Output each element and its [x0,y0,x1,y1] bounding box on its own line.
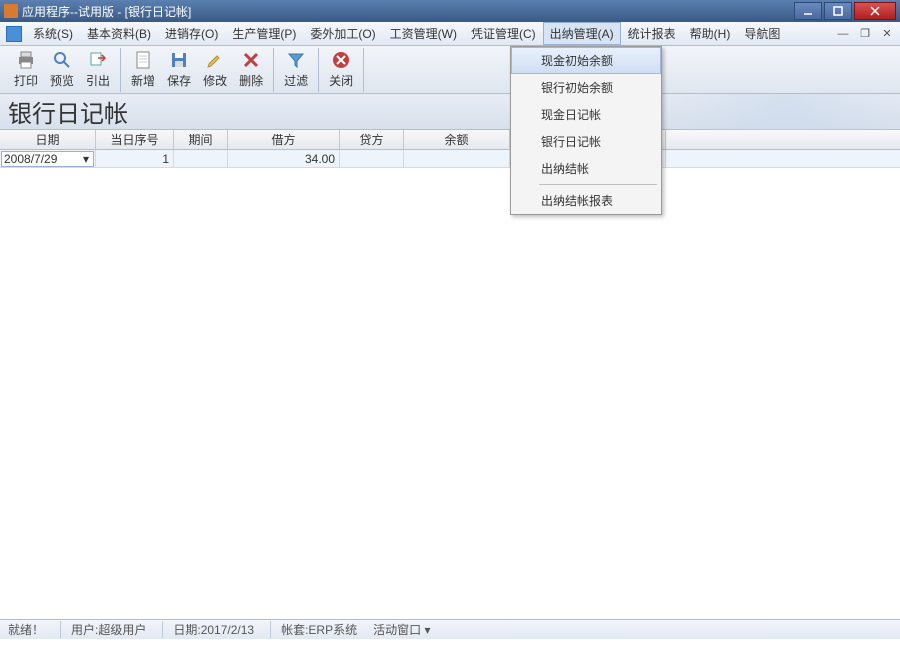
menu-item-4[interactable]: 委外加工(O) [303,22,382,45]
menu-item-6[interactable]: 凭证管理(C) [464,22,543,45]
export-button[interactable]: 引出 [80,48,116,91]
col-credit[interactable]: 贷方 [340,130,404,149]
new-icon [133,50,153,70]
dropdown-separator [539,184,657,185]
mdi-close-icon[interactable]: ✕ [879,27,895,41]
title-bar: 应用程序--试用版 - [银行日记帐] [0,0,900,22]
dropdown-item-3[interactable]: 银行日记帐 [511,128,661,155]
menu-item-3[interactable]: 生产管理(P) [225,22,303,45]
app-icon [4,4,18,18]
modify-icon [205,50,225,70]
cell-date[interactable]: 2008/7/29 ▾ [0,150,96,167]
delete-button[interactable]: 删除 [233,48,269,91]
save-label: 保存 [167,72,191,89]
date-dropdown-icon[interactable]: ▾ [81,152,91,166]
close-button[interactable] [854,2,896,20]
menu-item-2[interactable]: 进销存(O) [158,22,225,45]
menu-item-5[interactable]: 工资管理(W) [383,22,464,45]
filter-label: 过滤 [284,72,308,89]
print-icon [16,50,36,70]
modify-label: 修改 [203,72,227,89]
status-set: 帐套:ERP系统 [270,621,371,638]
cell-debit[interactable]: 34.00 [228,150,340,167]
table-row[interactable]: 2008/7/29 ▾ 1 34.00 超级 [0,150,900,168]
col-period[interactable]: 期间 [174,130,228,149]
col-debit[interactable]: 借方 [228,130,340,149]
dropdown-item-2[interactable]: 现金日记帐 [511,101,661,128]
page-header: 银行日记帐 [0,94,900,130]
status-bar: 就绪！ 用户:超级用户 日期:2017/2/13 帐套:ERP系统 活动窗口 ▾ [0,619,900,639]
menu-item-9[interactable]: 帮助(H) [683,22,738,45]
close-icon [331,50,351,70]
grid-body-empty [0,168,900,619]
close-label: 关闭 [329,72,353,89]
menu-item-0[interactable]: 系统(S) [26,22,80,45]
col-seq[interactable]: 当日序号 [96,130,174,149]
preview-button[interactable]: 预览 [44,48,80,91]
minimize-button[interactable] [794,2,822,20]
cell-seq[interactable]: 1 [96,150,174,167]
maximize-button[interactable] [824,2,852,20]
preview-icon [52,50,72,70]
toolbar: 打印预览引出新增保存修改删除过滤关闭 [0,46,900,94]
menu-bar: 系统(S)基本资料(B)进销存(O)生产管理(P)委外加工(O)工资管理(W)凭… [0,22,900,46]
toolbar-group: 新增保存修改删除 [121,48,274,92]
menu-item-7[interactable]: 出纳管理(A) [543,22,621,45]
modify-button[interactable]: 修改 [197,48,233,91]
dropdown-item-5[interactable]: 出纳结帐报表 [511,187,661,214]
menubar-app-icon [6,26,22,42]
menu-item-10[interactable]: 导航图 [737,22,787,45]
date-picker[interactable]: 2008/7/29 ▾ [1,151,94,167]
cashier-menu-dropdown: 现金初始余额银行初始余额现金日记帐银行日记帐出纳结帐出纳结帐报表 [510,46,662,215]
status-active-window[interactable]: 活动窗口 ▾ [373,621,444,638]
filter-button[interactable]: 过滤 [278,48,314,91]
delete-icon [241,50,261,70]
page-title: 银行日记帐 [8,94,128,129]
toolbar-group: 关闭 [319,48,364,92]
close-button[interactable]: 关闭 [323,48,359,91]
export-label: 引出 [86,72,110,89]
dropdown-item-4[interactable]: 出纳结帐 [511,155,661,182]
cell-credit[interactable] [340,150,404,167]
filter-icon [286,50,306,70]
cell-period[interactable] [174,150,228,167]
delete-label: 删除 [239,72,263,89]
mdi-minimize-icon[interactable]: — [835,27,851,41]
toolbar-group: 打印预览引出 [4,48,121,92]
status-ready: 就绪！ [8,621,58,638]
dropdown-item-0[interactable]: 现金初始余额 [511,47,661,74]
dropdown-item-1[interactable]: 银行初始余额 [511,74,661,101]
status-user: 用户:超级用户 [60,621,160,638]
toolbar-group: 过滤 [274,48,319,92]
export-icon [88,50,108,70]
menu-item-8[interactable]: 统计报表 [621,22,683,45]
grid-header: 日期 当日序号 期间 借方 贷方 余额 审核人 [0,130,900,150]
preview-label: 预览 [50,72,74,89]
window-controls [794,2,896,20]
col-date[interactable]: 日期 [0,130,96,149]
menu-item-1[interactable]: 基本资料(B) [80,22,158,45]
date-value: 2008/7/29 [4,152,81,166]
print-button[interactable]: 打印 [8,48,44,91]
new-label: 新增 [131,72,155,89]
save-button[interactable]: 保存 [161,48,197,91]
col-balance[interactable]: 余额 [404,130,510,149]
new-button[interactable]: 新增 [125,48,161,91]
print-label: 打印 [14,72,38,89]
status-date: 日期:2017/2/13 [162,621,268,638]
cell-balance[interactable] [404,150,510,167]
save-icon [169,50,189,70]
mdi-restore-icon[interactable]: ❐ [857,27,873,41]
window-title: 应用程序--试用版 - [银行日记帐] [22,3,794,20]
